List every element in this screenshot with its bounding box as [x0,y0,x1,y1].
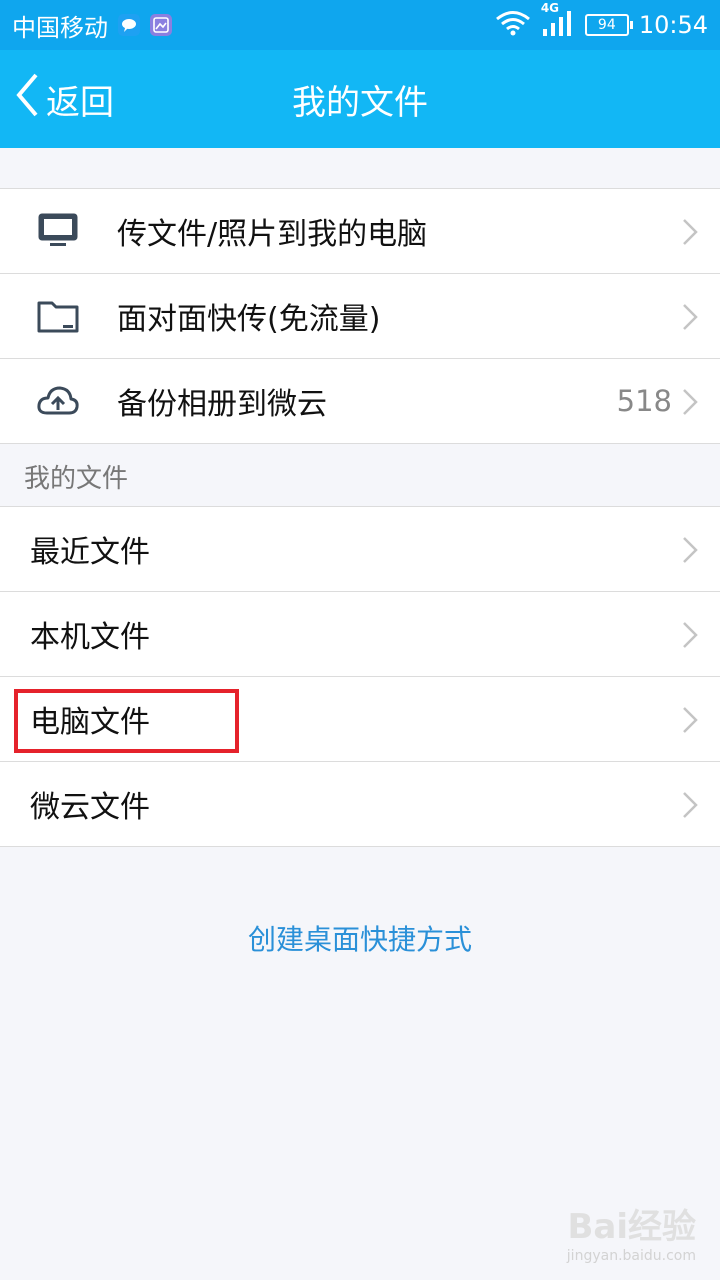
chevron-right-icon [680,217,700,247]
list-item-backup-album[interactable]: 备份相册到微云 518 [0,359,720,444]
title-bar: 返回 我的文件 [0,50,720,148]
wifi-icon [495,10,531,40]
watermark-url: jingyan.baidu.com [566,1248,696,1264]
status-bar: 中国移动 4G 94 10:54 [0,0,720,50]
clock: 10:54 [638,11,708,39]
highlight-annotation [14,689,239,753]
list-item-label: 最近文件 [30,535,150,570]
chevron-right-icon [680,620,700,650]
list-item-weiyun-files[interactable]: 微云文件 [0,762,720,847]
signal-icon: 4G [541,1,575,41]
chevron-left-icon [14,72,40,127]
my-files-list: 最近文件 本机文件 电脑文件 微云文件 [0,506,720,847]
chevron-right-icon [680,535,700,565]
chevron-right-icon [680,705,700,735]
watermark: Bai经验 jingyan.baidu.com [567,1199,696,1264]
cloud-upload-icon [36,379,80,423]
image-icon [150,14,172,36]
list-item-face-transfer[interactable]: 面对面快传(免流量) [0,274,720,359]
chevron-right-icon [680,790,700,820]
network-type: 4G [540,1,560,15]
section-header: 我的文件 [24,463,129,494]
create-shortcut-link[interactable]: 创建桌面快捷方式 [0,918,720,958]
list-item-send-to-pc[interactable]: 传文件/照片到我的电脑 [0,189,720,274]
list-item-label: 本机文件 [30,620,150,655]
chevron-right-icon [680,387,700,417]
photo-count: 518 [616,384,672,418]
list-item-recent-files[interactable]: 最近文件 [0,507,720,592]
list-item-label: 备份相册到微云 [117,387,327,422]
back-button[interactable]: 返回 [14,50,114,148]
quick-actions-list: 传文件/照片到我的电脑 面对面快传(免流量) 备份相册到微云 518 [0,188,720,444]
list-item-label: 面对面快传(免流量) [117,302,381,337]
carrier-name: 中国移动 [12,13,108,42]
list-item-label: 微云文件 [30,790,150,825]
back-label: 返回 [46,82,114,123]
list-item-label: 传文件/照片到我的电脑 [117,217,428,252]
list-item-local-files[interactable]: 本机文件 [0,592,720,677]
folder-icon [36,294,80,338]
chat-bubble-icon [118,14,140,36]
chevron-right-icon [680,302,700,332]
monitor-icon [36,209,80,253]
battery-icon: 94 [584,14,633,36]
watermark-logo: Bai经验 [567,1207,696,1247]
